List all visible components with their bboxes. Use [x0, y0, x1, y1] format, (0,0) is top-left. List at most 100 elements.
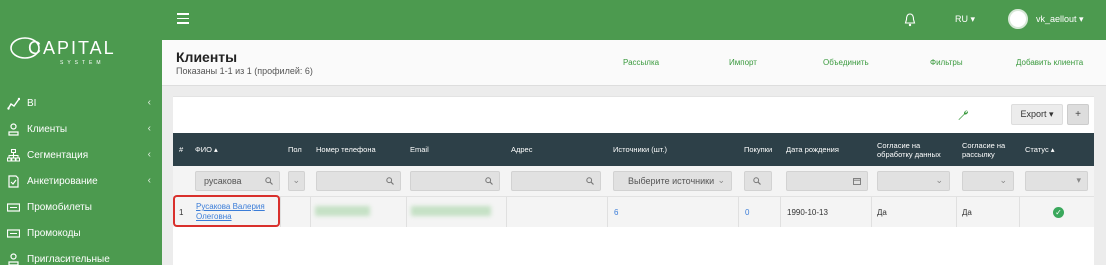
- menu-icon[interactable]: [177, 13, 189, 25]
- user-icon: [6, 252, 21, 265]
- col-gender[interactable]: Пол: [288, 133, 318, 166]
- chevron-left-icon: ‹: [147, 97, 151, 108]
- sidebar-item-promotickets[interactable]: Промобилеты: [0, 194, 162, 220]
- col-purchases[interactable]: Покупки: [744, 133, 784, 166]
- sources-count-link[interactable]: 6: [614, 197, 618, 227]
- chevron-down-icon: ⌄: [935, 175, 943, 185]
- sidebar-item-clients[interactable]: Клиенты ‹: [0, 116, 162, 142]
- column-divider: [738, 197, 739, 227]
- email-filter-input[interactable]: [410, 171, 500, 191]
- logo-subtext: SYSTEM: [60, 60, 105, 66]
- purchases-filter-input[interactable]: [744, 171, 772, 191]
- gender-filter-select[interactable]: ⌄: [288, 171, 305, 191]
- clients-table-card: Export ▾ + # ФИО ▴ Пол Номер телефона Em…: [173, 96, 1094, 265]
- sidebar-item-label: Анкетирование: [27, 175, 98, 187]
- sidebar-item-label: Клиенты: [27, 123, 68, 135]
- sidebar-item-bi[interactable]: BI ‹: [0, 90, 162, 116]
- chevron-left-icon: ‹: [147, 123, 151, 134]
- address-filter-input[interactable]: [511, 171, 601, 191]
- col-phone[interactable]: Номер телефона: [316, 133, 406, 166]
- col-consent-mailing[interactable]: Согласие на рассылку: [962, 133, 1017, 166]
- sidebar-item-surveys[interactable]: Анкетирование ‹: [0, 168, 162, 194]
- filter-row: русакова ⌄ Выберите источники ⌄ ⌄ ⌄ ▾: [173, 166, 1094, 197]
- merge-link[interactable]: Объединить: [823, 58, 869, 67]
- capital-logo[interactable]: CAPITAL SYSTEM: [8, 36, 134, 66]
- avatar[interactable]: [1008, 9, 1028, 29]
- search-icon: [485, 177, 493, 185]
- caret-down-icon: ▾: [1076, 175, 1081, 185]
- sitemap-icon: [6, 148, 21, 163]
- status-filter-select[interactable]: ▾: [1025, 171, 1088, 191]
- page-subtitle: Показаны 1-1 из 1 (профилей: 6): [176, 66, 313, 76]
- column-divider: [310, 197, 311, 227]
- sidebar-item-label: Сегментация: [27, 149, 89, 161]
- check-circle-icon: ✓: [1053, 206, 1064, 218]
- column-divider: [1019, 197, 1020, 227]
- sidebar-item-invitations[interactable]: Пригласительные: [0, 246, 162, 265]
- page-header: Клиенты Показаны 1-1 из 1 (профилей: 6) …: [162, 40, 1106, 86]
- search-icon: [753, 177, 761, 185]
- chevron-left-icon: ‹: [147, 175, 151, 186]
- col-number: #: [179, 145, 184, 154]
- consent-mailing-value: Да: [962, 207, 972, 217]
- chevron-down-icon: ⌄: [292, 175, 300, 185]
- column-divider: [607, 197, 608, 227]
- sidebar-nav: BI ‹ Клиенты ‹ Сегментация ‹ Анкетирован…: [0, 90, 162, 265]
- survey-icon: [6, 174, 21, 189]
- email-redacted: [411, 206, 491, 216]
- chevron-left-icon: ‹: [147, 149, 151, 160]
- bell-icon[interactable]: [904, 13, 916, 27]
- language-selector[interactable]: RU ▾: [955, 14, 975, 25]
- col-status[interactable]: Статус ▴: [1025, 133, 1085, 166]
- birthdate-value: 1990-10-13: [787, 207, 828, 217]
- col-consent-data[interactable]: Согласие на обработку данных: [877, 133, 957, 166]
- add-column-button[interactable]: +: [1067, 104, 1089, 125]
- column-divider: [956, 197, 957, 227]
- sidebar-item-label: BI: [27, 97, 37, 109]
- col-email[interactable]: Email: [410, 133, 500, 166]
- column-divider: [506, 197, 507, 227]
- column-divider: [780, 197, 781, 227]
- chart-line-icon: [6, 96, 21, 111]
- purchases-count-link[interactable]: 0: [745, 197, 749, 227]
- page-title: Клиенты: [176, 49, 238, 65]
- col-fio[interactable]: ФИО ▴: [195, 133, 275, 166]
- export-button[interactable]: Export ▾: [1011, 104, 1063, 125]
- filters-link[interactable]: Фильтры: [930, 58, 963, 67]
- mailing-link[interactable]: Рассылка: [623, 58, 659, 67]
- status-cell: ✓: [1053, 197, 1064, 227]
- user-menu[interactable]: vk_aellout ▾: [1036, 14, 1084, 25]
- sidebar-item-segmentation[interactable]: Сегментация ‹: [0, 142, 162, 168]
- birthdate-filter-input[interactable]: [786, 171, 868, 191]
- column-divider: [280, 197, 281, 227]
- consent-mailing-filter-select[interactable]: ⌄: [962, 171, 1014, 191]
- chevron-down-icon: ⌄: [999, 175, 1007, 185]
- consent-data-value: Да: [877, 207, 887, 217]
- sidebar-item-promocodes[interactable]: Промокоды: [0, 220, 162, 246]
- logo-text: CAPITAL: [28, 38, 116, 58]
- col-birthdate[interactable]: Дата рождения: [786, 133, 866, 166]
- import-link[interactable]: Импорт: [729, 58, 757, 67]
- fio-filter-input[interactable]: русакова: [195, 171, 280, 191]
- sidebar-item-label: Промобилеты: [27, 201, 92, 213]
- fio-filter-value: русакова: [204, 176, 242, 186]
- add-client-link[interactable]: Добавить клиента: [1016, 58, 1083, 67]
- user-icon: [6, 122, 21, 137]
- topbar: RU ▾ vk_aellout ▾: [162, 0, 1106, 40]
- phone-redacted: [315, 206, 370, 216]
- search-icon: [386, 177, 394, 185]
- column-divider: [871, 197, 872, 227]
- sidebar-item-label: Пригласительные: [27, 253, 110, 265]
- calendar-icon: [853, 178, 861, 185]
- col-sources[interactable]: Источники (шт.): [613, 133, 723, 166]
- ticket-icon: [6, 200, 21, 215]
- phone-filter-input[interactable]: [316, 171, 401, 191]
- col-address[interactable]: Адрес: [511, 133, 601, 166]
- ticket-icon: [6, 226, 21, 241]
- column-divider: [406, 197, 407, 227]
- sources-filter-select[interactable]: Выберите источники ⌄: [613, 171, 732, 191]
- consent-data-filter-select[interactable]: ⌄: [877, 171, 950, 191]
- wrench-icon[interactable]: [957, 109, 969, 121]
- search-icon: [265, 177, 273, 185]
- highlight-box: [173, 195, 280, 227]
